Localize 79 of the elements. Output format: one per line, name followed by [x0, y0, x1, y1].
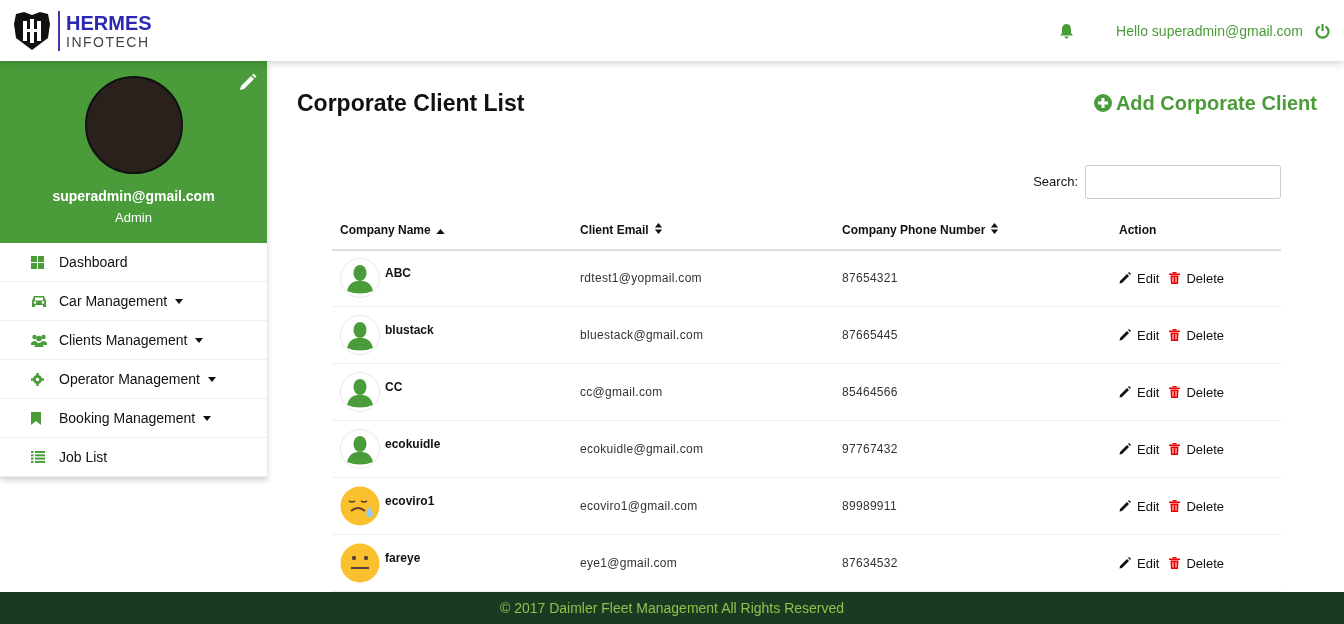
sort-icon: [653, 222, 663, 234]
company-name: ecoviro1: [385, 494, 435, 508]
pencil-icon: [1119, 557, 1131, 569]
column-header[interactable]: Company Name: [332, 210, 572, 250]
caret-icon: [203, 415, 212, 421]
sidebar-item[interactable]: Car Management: [0, 282, 267, 321]
search-label: Search:: [1033, 174, 1078, 189]
trash-icon: [1169, 500, 1181, 512]
sidebar-item[interactable]: Dashboard: [0, 243, 267, 282]
column-header[interactable]: Company Phone Number: [834, 210, 1111, 250]
phone-number: 87654321: [842, 271, 898, 286]
delete-link[interactable]: Delete: [1169, 270, 1224, 286]
company-name: blustack: [385, 323, 434, 337]
column-header[interactable]: Client Email: [572, 210, 834, 250]
trash-icon: [1169, 386, 1181, 398]
bell-icon[interactable]: [1059, 22, 1075, 39]
client-email: ecokuidle@gmail.com: [580, 442, 704, 456]
gear-icon: [31, 372, 44, 386]
company-name: ABC: [385, 266, 411, 281]
sort-icon: [990, 222, 1000, 234]
search-field[interactable]: [1085, 164, 1281, 199]
client-email: eye1@gmail.com: [580, 556, 678, 570]
trash-icon: [1169, 443, 1181, 455]
plus-circle-icon: [1093, 94, 1112, 113]
people-icon: [31, 333, 47, 347]
trash-icon: [1169, 272, 1181, 285]
car-icon: [31, 295, 47, 307]
phone-number: 89989911: [842, 499, 897, 513]
grid-icon: [31, 255, 44, 269]
page-title: Corporate Client List: [297, 89, 525, 117]
pencil-icon: [1119, 329, 1131, 341]
edit-link[interactable]: Edit: [1119, 327, 1160, 343]
caret-icon: [207, 376, 216, 382]
brand-subtitle: INFOTECH: [66, 34, 151, 49]
phone-number: 87665445: [842, 328, 898, 342]
sidebar-item[interactable]: Clients Management: [0, 321, 267, 360]
list-icon: [31, 451, 45, 463]
delete-link[interactable]: Delete: [1169, 498, 1224, 514]
company-name: CC: [385, 380, 403, 394]
edit-link[interactable]: Edit: [1119, 384, 1160, 400]
pencil-icon: [1119, 500, 1131, 512]
client-email: rdtest1@yopmail.com: [580, 271, 702, 286]
delete-link[interactable]: Delete: [1169, 441, 1224, 457]
phone-number: 85464566: [842, 385, 898, 399]
pencil-icon: [1119, 443, 1131, 455]
shield-logo-icon: [12, 9, 52, 52]
caret-icon: [195, 337, 204, 343]
pencil-icon: [1119, 272, 1131, 285]
delete-link[interactable]: Delete: [1169, 384, 1224, 400]
sidebar-item[interactable]: Job List: [0, 438, 267, 477]
edit-link[interactable]: Edit: [1119, 441, 1160, 457]
pencil-icon[interactable]: [239, 73, 257, 91]
greeting-text: Hello superadmin@gmail.com: [1116, 22, 1303, 39]
phone-number: 87634532: [842, 556, 898, 570]
sidebar-item[interactable]: Booking Management: [0, 399, 267, 438]
profile-role: Admin: [115, 210, 152, 225]
profile-email: superadmin@gmail.com: [52, 188, 215, 204]
company-name: fareye: [385, 551, 421, 565]
delete-link[interactable]: Delete: [1169, 327, 1224, 343]
edit-link[interactable]: Edit: [1119, 270, 1160, 286]
client-email: bluestack@gmail.com: [580, 328, 704, 342]
pencil-icon: [1119, 386, 1131, 398]
client-email: cc@gmail.com: [580, 385, 663, 399]
phone-number: 97767432: [842, 442, 898, 456]
column-header: Action: [1111, 210, 1281, 250]
power-icon[interactable]: [1315, 22, 1330, 39]
client-email: ecoviro1@gmail.com: [580, 499, 698, 513]
company-name: ecokuidle: [385, 437, 441, 451]
sort-up-icon: [435, 228, 445, 234]
delete-link[interactable]: Delete: [1169, 555, 1224, 571]
trash-icon: [1169, 329, 1181, 341]
edit-link[interactable]: Edit: [1119, 555, 1160, 571]
edit-link[interactable]: Edit: [1119, 498, 1160, 514]
caret-icon: [175, 298, 184, 304]
copyright-text: © 2017 Daimler Fleet Management All Rights Reserved: [499, 600, 845, 616]
sidebar-item[interactable]: Operator Management: [0, 360, 267, 399]
bookmark-icon: [31, 411, 41, 425]
trash-icon: [1169, 557, 1181, 569]
brand-name: HERMES: [66, 12, 152, 33]
